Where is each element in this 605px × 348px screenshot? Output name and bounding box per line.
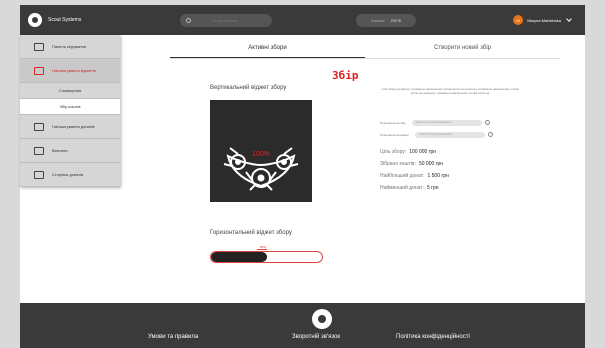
main-content: Панель керування Налаштування віджетів С…: [20, 35, 585, 303]
balance-value: 230 ₴: [390, 17, 401, 23]
collection-link-row: Посилання на збір https://scout.systems/…: [380, 119, 490, 126]
balance-label: Баланс: [371, 17, 385, 23]
avatar: M: [513, 15, 524, 25]
feedback-link[interactable]: Зворотній зв'язок: [292, 334, 340, 340]
copy-icon[interactable]: [484, 120, 490, 125]
stat-label: Зібрано коштів:: [380, 161, 416, 167]
tab-active-collections[interactable]: Активні збори: [170, 45, 365, 58]
search-box[interactable]: [180, 13, 272, 27]
sidebar-item-label: Налаштування віджетів: [52, 68, 96, 73]
sidebar-subitem-label: Сповіщення: [58, 88, 82, 93]
widget-overlay-text: 100%: [252, 151, 270, 158]
stat-smallest: Найменший донат: 5 грн: [380, 185, 439, 191]
sidebar-item-donation-page[interactable]: Сторінка донатів: [20, 163, 120, 187]
collection-description: опис збору донатеру тримаючи наклеєному …: [381, 87, 519, 96]
tabs: Активні збори Створити новий збір: [170, 45, 560, 59]
user-menu[interactable]: M Maryna Martsinska: [513, 15, 572, 25]
chevron-down-icon[interactable]: [566, 16, 572, 22]
brand-name: Scout Systems: [48, 17, 82, 23]
footer-logo-icon: [312, 309, 332, 329]
sidebar-subitem-fundraising[interactable]: Збір коштів: [20, 99, 120, 115]
stat-goal: Ціль збору: 100 000 грн: [380, 149, 436, 155]
donation-page-icon: [34, 170, 44, 179]
sidebar-item-dashboard[interactable]: Панель керування: [20, 35, 120, 59]
stat-value: 100 000 грн: [409, 149, 437, 155]
user-name: Maryna Martsinska: [527, 17, 561, 23]
stat-label: Найбільший донат:: [380, 173, 425, 179]
sidebar-item-label: Панель керування: [52, 44, 87, 49]
vertical-widget-preview: 100%: [210, 100, 312, 202]
progress-fill: [211, 252, 267, 262]
search-icon: [186, 17, 191, 23]
terms-link[interactable]: Умови та правила: [148, 334, 198, 340]
brand[interactable]: Scout Systems: [28, 13, 158, 27]
collection-link-label: Посилання на збір: [380, 120, 406, 125]
sidebar-subitem-notifications[interactable]: Сповіщення: [20, 83, 120, 99]
donations-icon: [34, 122, 44, 131]
sidebar-item-label: Сторінка донатів: [52, 172, 84, 177]
widget-icon: [34, 66, 44, 75]
collection-link-field[interactable]: https://scout.systems/collection/...: [411, 119, 482, 126]
progress-marker: 50%: [260, 245, 267, 249]
sidebar-item-label: Налаштування донатів: [52, 124, 95, 129]
stat-value: 1 500 грн: [427, 173, 449, 179]
horizontal-widget-progress: [210, 251, 323, 263]
top-navbar: Scout Systems Баланс 230 ₴ M Maryna Mart…: [20, 5, 585, 35]
widget-link-row: Посилання на віджет https://scout.system…: [380, 131, 494, 138]
dashboard-icon: [34, 42, 44, 51]
stat-largest: Найбільший донат: 1 500 грн: [380, 173, 449, 179]
sidebar-item-donation-settings[interactable]: Налаштування донатів: [20, 115, 120, 139]
tab-create-collection[interactable]: Створити новий збір: [365, 45, 560, 58]
sidebar-subitem-label: Збір коштів: [59, 104, 81, 109]
sidebar-item-payments[interactable]: Виплати: [20, 139, 120, 163]
payments-icon: [34, 146, 44, 155]
sidebar-item-label: Виплати: [52, 148, 68, 153]
widget-link-label: Посилання на віджет: [380, 132, 410, 137]
stat-value: 5 грн: [426, 185, 439, 191]
stat-label: Ціль збору:: [380, 149, 407, 155]
brand-logo-icon: [28, 13, 42, 27]
ornament-image: 100%: [210, 100, 312, 202]
search-input[interactable]: [211, 17, 261, 23]
stat-label: Найменший донат:: [380, 185, 424, 191]
sidebar-item-widgets[interactable]: Налаштування віджетів: [20, 59, 120, 83]
widget-link-field[interactable]: https://scout.systems/widget/...: [415, 131, 486, 138]
page-title: Збір: [332, 69, 359, 82]
balance-box[interactable]: Баланс 230 ₴: [356, 13, 416, 27]
footer: Умови та правила Зворотній зв'язок Політ…: [20, 303, 585, 348]
stat-collected: Зібрано коштів: 50 000 грн: [380, 161, 443, 167]
stat-value: 50 000 грн: [418, 161, 444, 167]
privacy-link[interactable]: Політика конфіденційності: [396, 334, 470, 340]
horizontal-widget-label: Горизонтальний віджет збору: [210, 230, 292, 236]
vertical-widget-label: Вертикальний віджет збору: [210, 85, 287, 91]
copy-icon[interactable]: [488, 132, 494, 137]
sidebar: Панель керування Налаштування віджетів С…: [20, 35, 120, 187]
